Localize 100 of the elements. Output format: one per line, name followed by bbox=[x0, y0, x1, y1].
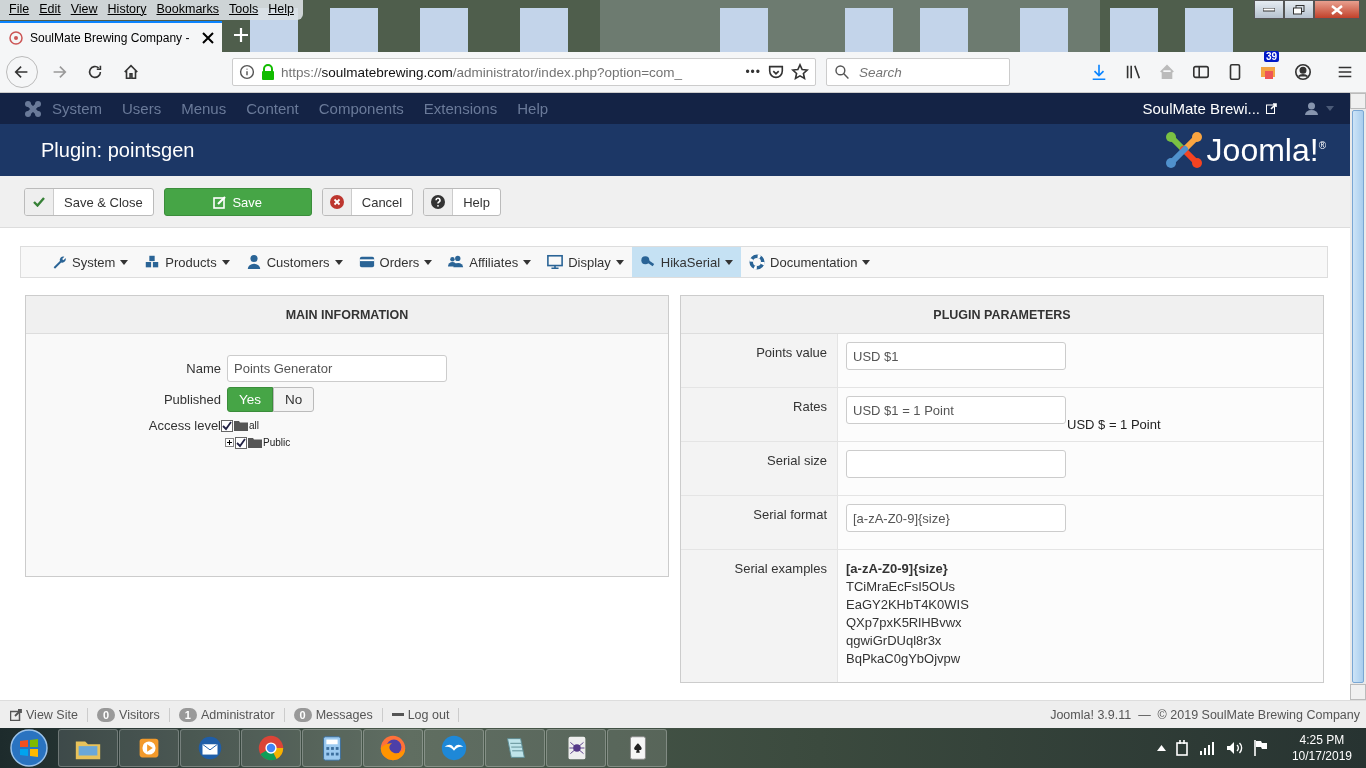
sidebar-icon[interactable] bbox=[1192, 63, 1210, 81]
volume-icon[interactable] bbox=[1225, 741, 1244, 755]
admin-menu-item[interactable]: Help bbox=[507, 100, 559, 117]
tree-label: all bbox=[249, 420, 259, 431]
caret-icon bbox=[334, 259, 343, 265]
reload-icon[interactable] bbox=[86, 63, 104, 81]
view-site-link[interactable]: View Site bbox=[26, 707, 78, 722]
menu-item[interactable]: Tools bbox=[224, 0, 264, 20]
scrollbar[interactable] bbox=[1350, 93, 1366, 701]
cubes-icon bbox=[144, 254, 161, 270]
admin-menu-item[interactable]: Extensions bbox=[413, 100, 508, 117]
field-label: Name bbox=[185, 361, 221, 376]
minimize-button[interactable] bbox=[1254, 0, 1284, 19]
external-link-icon bbox=[10, 708, 22, 721]
admin-menu-item[interactable]: Content bbox=[236, 100, 309, 117]
status-label: Administrator bbox=[200, 707, 275, 722]
monitor-icon bbox=[547, 254, 564, 270]
logout-link[interactable]: Log out bbox=[407, 707, 450, 722]
count-badge: 39 bbox=[1264, 51, 1280, 62]
taskbar-app[interactable] bbox=[119, 729, 179, 767]
browser-tab[interactable]: SoulMate Brewing Company - bbox=[0, 21, 222, 52]
save-close-button[interactable]: Save & Close bbox=[24, 188, 154, 216]
submenu-tab[interactable]: Documentation bbox=[741, 247, 879, 277]
text-field[interactable]: USD $1 bbox=[846, 342, 1066, 370]
taskbar-app[interactable] bbox=[58, 729, 118, 767]
field-label: Serial size bbox=[681, 442, 838, 495]
taskbar-app[interactable] bbox=[363, 729, 423, 767]
lock-icon bbox=[261, 64, 275, 80]
address-field[interactable]: https://soulmatebrewing.com/administrator/index.php?option=com_ ••• bbox=[232, 58, 816, 86]
download-icon[interactable] bbox=[1090, 63, 1108, 81]
check-icon bbox=[33, 197, 45, 207]
taskbar-app[interactable] bbox=[485, 729, 545, 767]
caret-icon bbox=[523, 259, 532, 265]
site-link[interactable]: SoulMate Brewi... bbox=[1142, 100, 1277, 117]
menu-item[interactable]: Help bbox=[263, 0, 299, 20]
admin-menu-item[interactable]: Components bbox=[308, 100, 414, 117]
text-field[interactable]: [a-zA-Z0-9]{size} bbox=[846, 504, 1066, 532]
taskbar-app[interactable] bbox=[546, 729, 606, 767]
home-icon[interactable] bbox=[122, 63, 140, 81]
admin-menu-item[interactable]: Menus bbox=[171, 100, 237, 117]
library-icon[interactable] bbox=[1124, 63, 1142, 81]
caret-icon bbox=[120, 259, 129, 265]
name-field[interactable]: Points Generator bbox=[227, 355, 447, 382]
close-icon[interactable] bbox=[202, 31, 214, 44]
admin-menu-item[interactable]: System bbox=[42, 100, 112, 117]
taskbar-app[interactable] bbox=[607, 729, 667, 767]
submenu-tab[interactable]: HikaSerial bbox=[631, 247, 742, 277]
caret-icon bbox=[725, 259, 734, 265]
search-field[interactable]: Search bbox=[826, 58, 1010, 86]
star-icon[interactable] bbox=[791, 63, 809, 81]
folder-icon bbox=[234, 420, 248, 431]
menu-item[interactable]: History bbox=[102, 0, 152, 20]
close-button[interactable] bbox=[1314, 0, 1360, 19]
joomla-icon[interactable] bbox=[24, 99, 42, 118]
users-icon bbox=[448, 254, 465, 270]
panel-title: MAIN INFORMATION bbox=[26, 296, 668, 334]
menu-item[interactable]: View bbox=[65, 0, 103, 20]
show-hidden-icon[interactable] bbox=[1156, 745, 1166, 751]
cancel-button[interactable]: Cancel bbox=[321, 188, 414, 216]
text-field[interactable] bbox=[846, 450, 1066, 478]
field-label: Points value bbox=[681, 334, 838, 387]
wrench-icon bbox=[51, 254, 67, 270]
pocket-icon[interactable] bbox=[767, 63, 785, 81]
signal-icon[interactable] bbox=[1199, 741, 1216, 755]
chrome-icon bbox=[256, 733, 286, 763]
field-label: Serial format bbox=[681, 496, 838, 549]
clock[interactable]: 4:25 PM 10/17/2019 bbox=[1291, 732, 1352, 764]
submenu-tab[interactable]: Products bbox=[136, 247, 238, 277]
restore-button[interactable] bbox=[1284, 0, 1314, 19]
checkbox[interactable] bbox=[235, 436, 247, 449]
info-icon bbox=[239, 64, 255, 80]
help-button[interactable]: Help bbox=[423, 188, 501, 216]
submenu-tab[interactable]: System bbox=[43, 247, 137, 277]
submenu-tab[interactable]: Orders bbox=[350, 247, 441, 277]
account-icon[interactable] bbox=[1294, 63, 1312, 81]
expand-icon[interactable] bbox=[225, 438, 234, 447]
tab-title: SoulMate Brewing Company - bbox=[30, 30, 191, 45]
serial-example: BqPkaC0gYbOjvpw bbox=[846, 650, 962, 668]
start-button[interactable] bbox=[9, 728, 49, 768]
power-icon[interactable] bbox=[1175, 740, 1190, 756]
checkbox[interactable] bbox=[221, 419, 233, 432]
taskbar-app[interactable] bbox=[302, 729, 362, 767]
submenu-tab[interactable]: Customers bbox=[237, 247, 351, 277]
menu-item[interactable]: File bbox=[4, 0, 35, 20]
submenu-tab[interactable]: Display bbox=[539, 247, 632, 277]
flag-icon[interactable] bbox=[1253, 740, 1268, 756]
field-label: Rates bbox=[681, 388, 838, 441]
admin-menu-item[interactable]: Users bbox=[112, 100, 172, 117]
count-badge: 0 bbox=[293, 707, 312, 722]
taskbar-app[interactable] bbox=[180, 729, 240, 767]
submenu-tab[interactable]: Affiliates bbox=[440, 247, 540, 277]
text-field[interactable]: USD $1 = 1 Point bbox=[846, 396, 1066, 424]
more-button[interactable]: ••• bbox=[745, 65, 761, 79]
menu-item[interactable]: Edit bbox=[34, 0, 66, 20]
menu-item[interactable]: Bookmarks bbox=[151, 0, 224, 20]
joomla-logo-icon bbox=[1164, 131, 1203, 169]
new-tab-icon[interactable] bbox=[234, 28, 248, 42]
user-icon[interactable] bbox=[1305, 102, 1318, 115]
taskbar-app[interactable] bbox=[241, 729, 301, 767]
toggle-option[interactable]: No bbox=[273, 387, 315, 412]
